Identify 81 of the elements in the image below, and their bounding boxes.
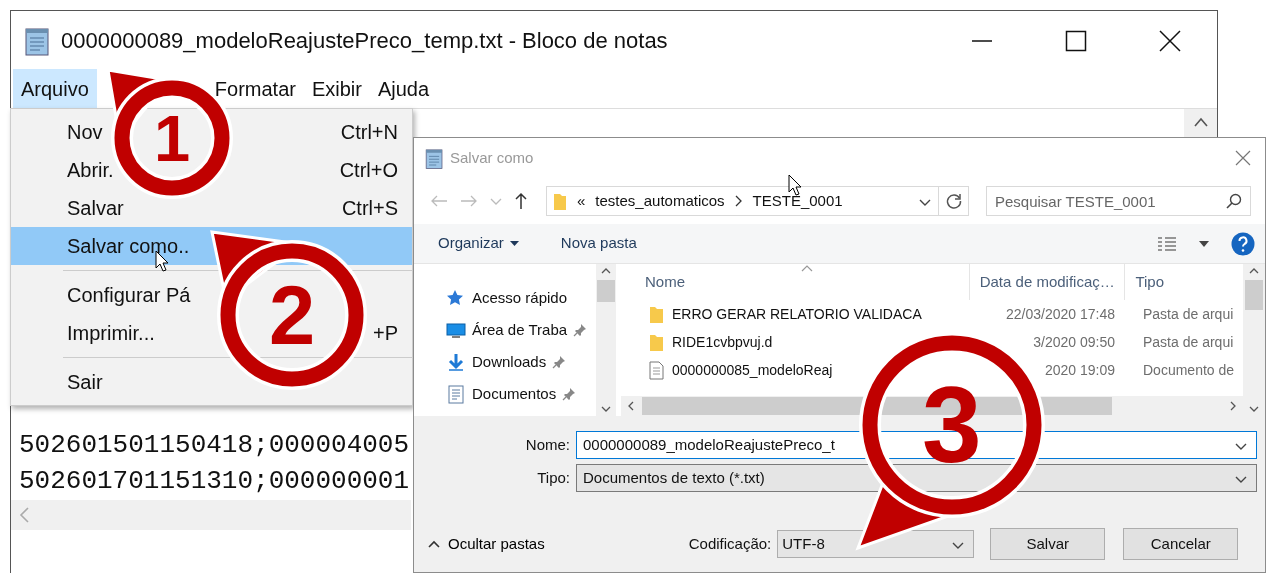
menu-item[interactable]: Arquivo xyxy=(13,69,97,109)
help-icon[interactable] xyxy=(1231,231,1255,256)
up-arrow-icon[interactable] xyxy=(514,192,528,210)
file-date: 3/2020 09:50 xyxy=(1033,333,1115,350)
menu-item[interactable]: Exibir xyxy=(303,69,370,109)
column-header[interactable]: Data de modificaç… xyxy=(969,264,1126,300)
view-options-icon[interactable] xyxy=(1157,235,1177,252)
field-label: Tipo: xyxy=(536,467,571,488)
file-date: 2020 19:09 xyxy=(1044,361,1115,378)
scroll-right-icon[interactable] xyxy=(1230,401,1237,411)
menu-item[interactable]: Ajuda xyxy=(369,69,438,109)
field-label: Nome: xyxy=(524,434,571,455)
breadcrumb-item[interactable]: testes_automaticos xyxy=(595,189,725,213)
monitor-icon xyxy=(446,320,466,340)
nav-item[interactable]: Acesso rápido xyxy=(472,286,568,310)
window-title: 0000000089_modeloReajustePreco_temp.txt - Bloco de notas xyxy=(61,27,668,55)
text-line: 502601501150418;000004005 xyxy=(19,429,410,462)
nav-item[interactable]: Área de Traba xyxy=(472,318,568,342)
refresh-icon[interactable] xyxy=(944,192,963,210)
scroll-left-icon[interactable] xyxy=(627,401,634,411)
address-bar[interactable]: « testes_automaticos TESTE_0001 xyxy=(546,186,939,216)
scrollbar-thumb[interactable] xyxy=(597,280,615,302)
document-icon xyxy=(649,360,664,380)
cancel-button[interactable]: Cancelar xyxy=(1123,528,1239,560)
shortcut-text: Ctrl+S xyxy=(341,196,398,221)
folder-icon xyxy=(553,191,567,211)
menu-item[interactable]: Sair xyxy=(67,367,103,397)
scrollbar-thumb[interactable] xyxy=(1245,280,1263,310)
folder-icon xyxy=(649,332,664,352)
file-name[interactable]: 0000000085_modeloReaj xyxy=(672,359,833,381)
nav-item[interactable]: Documentos xyxy=(472,382,557,406)
sort-caret-icon xyxy=(801,265,813,272)
file-type: Pasta de arqui xyxy=(1143,333,1234,350)
close-icon[interactable] xyxy=(1159,29,1181,52)
step-number: 1 xyxy=(154,105,191,171)
organize-button[interactable]: Organizar xyxy=(436,230,521,257)
save-button[interactable]: Salvar xyxy=(990,528,1106,560)
file-name[interactable]: RIDE1cvbpvuj.d xyxy=(672,331,773,353)
search-icon[interactable] xyxy=(1226,193,1242,209)
download-arrow-icon xyxy=(446,352,466,372)
file-type-select[interactable]: Documentos de texto (*.txt) xyxy=(576,464,1257,492)
file-type: Documento de xyxy=(1143,361,1235,378)
shortcut-text: Ctrl+O xyxy=(339,158,398,183)
menu-item[interactable]: Configurar Pá xyxy=(67,280,191,310)
file-date: 22/03/2020 17:48 xyxy=(1006,305,1115,322)
menu-item[interactable]: Formatar xyxy=(206,69,304,109)
notepad-icon xyxy=(424,147,444,169)
caret-icon[interactable] xyxy=(1199,240,1209,247)
menu-item[interactable]: Nov xyxy=(67,117,103,147)
maximize-icon[interactable] xyxy=(1065,29,1087,52)
column-header[interactable]: Nome xyxy=(621,264,970,300)
file-type: Pasta de arqui xyxy=(1143,305,1234,322)
text-line: 502601701151310;000000001 xyxy=(19,465,410,498)
overflow-chevrons[interactable]: « xyxy=(577,189,586,213)
scroll-down-icon[interactable] xyxy=(1249,406,1259,413)
menu-item[interactable]: Abrir. xyxy=(67,155,114,185)
document-icon xyxy=(446,384,466,404)
new-folder-button[interactable]: Nova pasta xyxy=(558,230,639,257)
shortcut-text: +P xyxy=(372,321,398,346)
breadcrumb-item[interactable]: TESTE_0001 xyxy=(752,189,843,213)
menu-item[interactable]: Imprimir... xyxy=(67,318,155,348)
step-number: 2 xyxy=(269,273,316,357)
scroll-down-icon[interactable] xyxy=(601,406,611,413)
folder-icon xyxy=(649,304,664,324)
breadcrumb-chevron-icon xyxy=(734,195,743,207)
field-label: Codificação: xyxy=(688,533,772,554)
dialog-title: Salvar como xyxy=(450,147,534,168)
column-header[interactable]: Tipo xyxy=(1125,264,1243,300)
search-field[interactable]: Pesquisar TESTE_0001 xyxy=(986,186,1251,216)
scroll-up-icon[interactable] xyxy=(601,267,611,274)
menu-item[interactable]: Salvar xyxy=(67,193,124,223)
file-name[interactable]: ERRO GERAR RELATORIO VALIDACA xyxy=(672,303,922,325)
hide-folders-button[interactable]: Ocultar pastas xyxy=(428,532,545,556)
chevron-up-icon xyxy=(428,540,440,548)
nav-item[interactable]: Downloads xyxy=(472,350,547,374)
scroll-up-icon[interactable] xyxy=(1193,117,1208,127)
refresh-button[interactable] xyxy=(939,186,969,216)
caret-icon xyxy=(509,240,519,247)
shortcut-text: Ctrl+N xyxy=(340,120,398,145)
encoding-select[interactable]: UTF-8 xyxy=(777,530,975,558)
scroll-up-icon[interactable] xyxy=(1249,267,1259,274)
